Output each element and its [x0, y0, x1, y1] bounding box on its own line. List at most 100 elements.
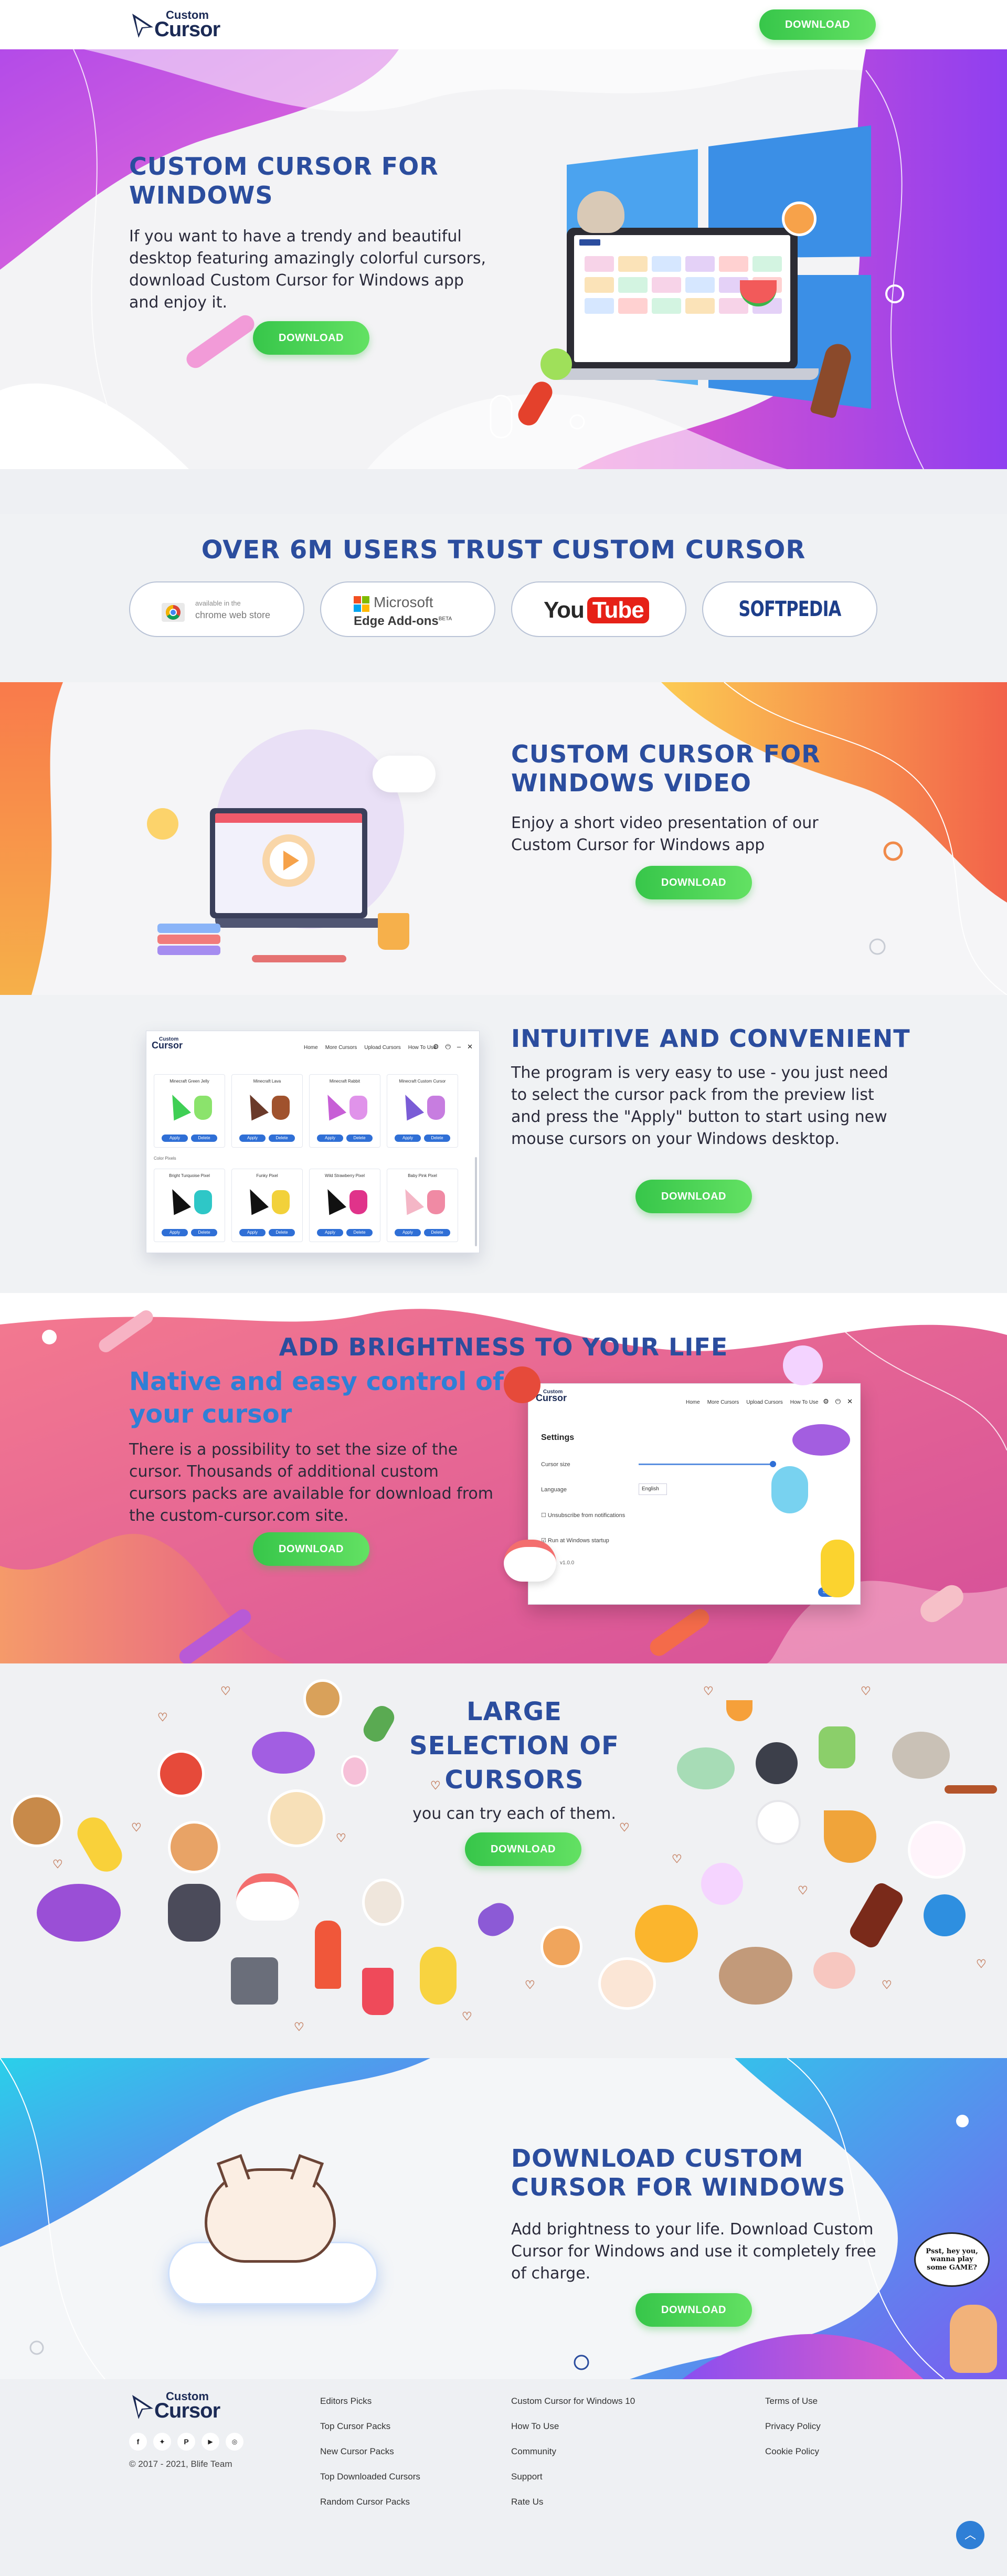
pinterest-icon[interactable]: P [177, 2433, 195, 2451]
rainbow-cloud-sticker [236, 1873, 299, 1921]
facebook-icon[interactable]: f [129, 2433, 147, 2451]
brightness-download-button[interactable]: DOWNLOAD [253, 1532, 369, 1566]
cursor-arrow-icon [396, 1090, 425, 1121]
twitter-icon[interactable]: ✦ [153, 2433, 171, 2451]
footer-link[interactable]: Rate Us [511, 2497, 635, 2507]
gear-icon[interactable]: ⚙ [433, 1043, 439, 1051]
apply-button[interactable]: Apply [239, 1229, 266, 1236]
app-nav-more[interactable]: More Cursors [325, 1045, 357, 1051]
intuitive-download-button[interactable]: DOWNLOAD [635, 1180, 752, 1213]
heart-icon: ♡ [430, 1779, 441, 1792]
close-icon[interactable]: ✕ [467, 1043, 473, 1051]
footer-link[interactable]: Custom Cursor for Windows 10 [511, 2396, 635, 2407]
footer-logo[interactable]: Custom Cursor [129, 2390, 239, 2422]
unsubscribe-checkbox[interactable]: ☐ Unsubscribe from notifications [541, 1512, 625, 1519]
footer-link[interactable]: Terms of Use [765, 2396, 821, 2407]
cta-download-button[interactable]: DOWNLOAD [635, 2293, 752, 2327]
video-download-button[interactable]: DOWNLOAD [635, 866, 752, 899]
witch-sticker [168, 1884, 220, 1942]
hero-section: CUSTOM CURSOR FOR WINDOWS If you want to… [0, 49, 1007, 469]
cursor-pack-card[interactable]: Minecraft Lava Apply Delete [231, 1074, 303, 1148]
app-nav-howto[interactable]: How To Use [408, 1045, 437, 1051]
startup-checkbox[interactable]: ☑ Run at Windows startup [541, 1537, 609, 1544]
app-logo-bottom: Cursor [152, 1040, 183, 1051]
apply-button[interactable]: Apply [162, 1135, 188, 1142]
selection-section: LARGE SELECTION OF CURSORS you can try e… [0, 1663, 1007, 2058]
apply-button[interactable]: Apply [162, 1229, 188, 1236]
cursor-pack-card[interactable]: Baby Pink Pixel Apply Delete [387, 1169, 458, 1242]
cursor-pack-card[interactable]: Wild Strawberry Pixel Apply Delete [309, 1169, 380, 1242]
cursor-pack-card[interactable]: Minecraft Custom Cursor Apply Delete [387, 1074, 458, 1148]
footer-link[interactable]: How To Use [511, 2421, 635, 2432]
cursor-size-slider[interactable] [639, 1461, 776, 1467]
delete-button[interactable]: Delete [269, 1135, 295, 1142]
cursor-hand-icon [427, 1096, 445, 1120]
fairy-sticker [950, 2305, 997, 2373]
cursor-pack-card[interactable]: Minecraft Green Jelly Apply Delete [154, 1074, 225, 1148]
delete-button[interactable]: Delete [424, 1229, 450, 1236]
teacup-sticker [598, 1957, 656, 2010]
footer-link[interactable]: Random Cursor Packs [320, 2497, 420, 2507]
footer-link[interactable]: Top Downloaded Cursors [320, 2472, 420, 2482]
footer-link[interactable]: Community [511, 2446, 635, 2457]
cursor-pack-card[interactable]: Bright Turquoise Pixel Apply Delete [154, 1169, 225, 1242]
settings-logo-bottom: Cursor [536, 1393, 567, 1403]
language-value: English [642, 1486, 659, 1492]
footer-link[interactable]: Top Cursor Packs [320, 2421, 420, 2432]
apply-button[interactable]: Apply [317, 1135, 343, 1142]
app-nav-upload[interactable]: Upload Cursors [364, 1045, 400, 1051]
footer-link[interactable]: New Cursor Packs [320, 2446, 420, 2457]
footer-link[interactable]: Privacy Policy [765, 2421, 821, 2432]
delete-button[interactable]: Delete [191, 1229, 217, 1236]
cursor-pack-card[interactable]: Funky Pixel Apply Delete [231, 1169, 303, 1242]
header-logo[interactable]: Custom Cursor [129, 8, 239, 41]
brightness-description: There is a possibility to set the size o… [129, 1440, 493, 1525]
apply-button[interactable]: Apply [395, 1229, 421, 1236]
badge-edge-addons[interactable]: Microsoft Edge Add-onsBETA [320, 581, 495, 637]
hero-title: CUSTOM CURSOR FOR WINDOWS [129, 152, 439, 210]
bottle-sticker [847, 1880, 906, 1950]
delete-button[interactable]: Delete [346, 1229, 373, 1236]
settings-nav-more[interactable]: More Cursors [707, 1400, 739, 1405]
balloon-dog-sticker [771, 1466, 808, 1513]
startup-label: Run at Windows startup [547, 1538, 609, 1544]
settings-nav-home[interactable]: Home [686, 1400, 700, 1405]
hero-download-button[interactable]: DOWNLOAD [253, 321, 369, 355]
settings-nav-howto[interactable]: How To Use [790, 1400, 819, 1405]
badge-chrome-web-store[interactable]: available in the chrome web store [129, 581, 304, 637]
youtube-icon[interactable]: ▶ [202, 2433, 219, 2451]
delete-button[interactable]: Delete [346, 1135, 373, 1142]
footer-link[interactable]: Support [511, 2472, 635, 2482]
footer-link[interactable]: Editors Picks [320, 2396, 420, 2407]
delete-button[interactable]: Delete [191, 1135, 217, 1142]
gear-icon[interactable]: ⚙ [823, 1397, 829, 1406]
app-nav-home[interactable]: Home [304, 1045, 318, 1051]
cat-on-cloud-illustration [163, 2147, 383, 2315]
apply-button[interactable]: Apply [239, 1135, 266, 1142]
youtube-logo: You Tube [544, 594, 649, 627]
app-scrollbar[interactable] [475, 1157, 477, 1246]
apply-button[interactable]: Apply [317, 1229, 343, 1236]
cursor-pack-card[interactable]: Minecraft Rabbit Apply Delete [309, 1074, 380, 1148]
heart-icon: ♡ [336, 1831, 346, 1844]
slider-thumb[interactable] [770, 1461, 776, 1467]
power-icon[interactable]: ⏻ [835, 1397, 841, 1406]
power-icon[interactable]: ⏻ [446, 1043, 451, 1051]
apply-button[interactable]: Apply [395, 1135, 421, 1142]
badge-youtube[interactable]: You Tube [511, 581, 686, 637]
app-nav: Home More Cursors Upload Cursors How To … [304, 1045, 436, 1051]
footer-link[interactable]: Cookie Policy [765, 2446, 821, 2457]
delete-button[interactable]: Delete [269, 1229, 295, 1236]
play-icon[interactable] [260, 832, 317, 889]
scroll-to-top-button[interactable]: ︿ [956, 2521, 984, 2549]
settings-nav-upload[interactable]: Upload Cursors [746, 1400, 782, 1405]
close-icon[interactable]: ✕ [847, 1397, 853, 1406]
unicorn-sticker [783, 1345, 823, 1385]
vk-icon[interactable]: ◎ [226, 2433, 243, 2451]
delete-button[interactable]: Delete [424, 1135, 450, 1142]
language-select[interactable]: English [639, 1483, 667, 1495]
badge-softpedia[interactable]: SOFTPEDIA [702, 581, 877, 637]
minimize-icon[interactable]: – [457, 1043, 461, 1051]
intuitive-description: The program is very easy to use - you ju… [511, 1064, 888, 1148]
header-download-button[interactable]: DOWNLOAD [759, 9, 876, 40]
